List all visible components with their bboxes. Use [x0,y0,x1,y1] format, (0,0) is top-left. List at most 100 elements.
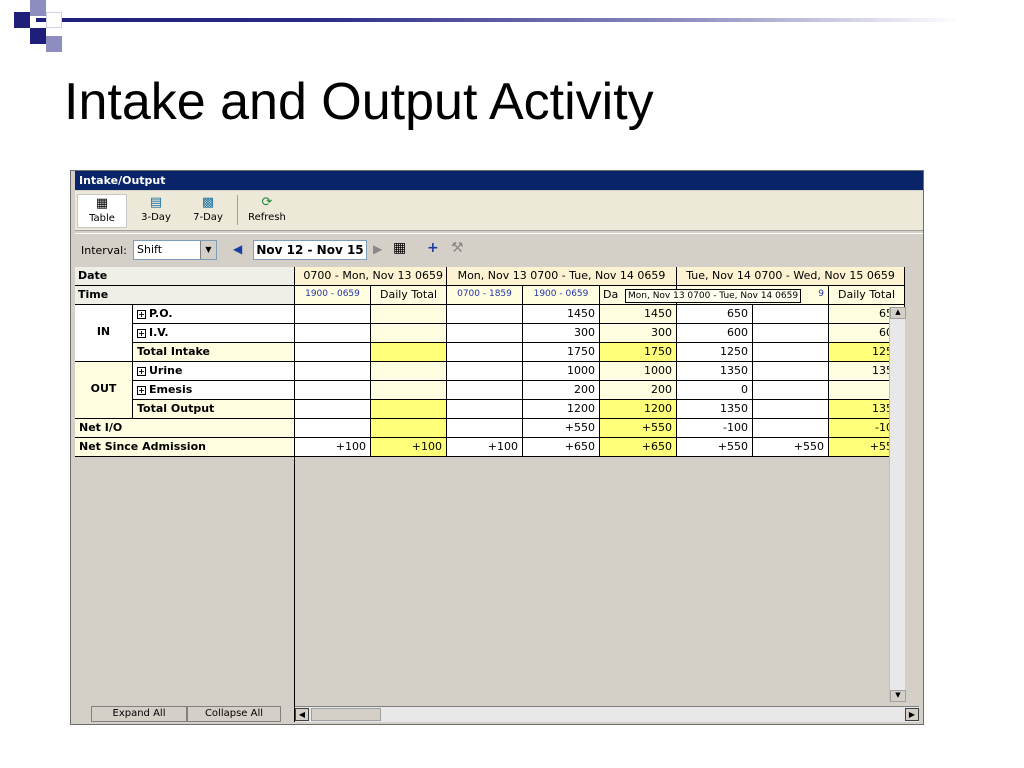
value-cell[interactable]: +100 [371,438,447,457]
value-cell[interactable]: 300 [600,324,677,343]
row-label-urine[interactable]: + Urine [133,362,295,381]
value-cell[interactable]: 200 [523,381,600,400]
expand-icon[interactable]: + [137,309,146,319]
value-cell[interactable] [447,381,523,400]
value-cell[interactable] [371,400,447,419]
time-col-7: Daily Total [829,286,905,305]
row-label-po[interactable]: + P.O. [133,305,295,324]
value-cell[interactable] [753,419,829,438]
three-day-label: 3-Day [141,212,171,223]
next-range-arrow-icon[interactable]: ▶ [373,242,382,256]
row-label-iv[interactable]: + I.V. [133,324,295,343]
value-cell[interactable]: +100 [295,438,371,457]
value-cell[interactable] [295,362,371,381]
chevron-down-icon[interactable]: ▼ [200,241,216,259]
in-group-label: IN [75,305,133,362]
value-cell[interactable] [295,343,371,362]
scroll-right-icon[interactable]: ▶ [905,708,919,721]
value-cell[interactable] [295,305,371,324]
horizontal-scroll-thumb[interactable] [311,708,381,721]
value-cell[interactable] [371,343,447,362]
expand-all-button[interactable]: Expand All [91,706,187,722]
value-cell[interactable]: 1450 [523,305,600,324]
horizontal-scrollbar[interactable]: ◀ ▶ [295,706,919,722]
value-cell[interactable]: 1350 [677,400,753,419]
value-cell[interactable] [295,400,371,419]
refresh-button[interactable]: ⟳ Refresh [243,194,291,228]
value-cell[interactable] [753,305,829,324]
scroll-left-icon[interactable]: ◀ [295,708,309,721]
toolbar: ▦ Table ▤ 3-Day ▩ 7-Day ⟳ Refresh [75,191,923,231]
seven-day-view-button[interactable]: ▩ 7-Day [183,194,233,228]
value-cell[interactable] [753,324,829,343]
value-cell[interactable] [447,305,523,324]
value-cell[interactable]: +550 [523,419,600,438]
row-label-total-intake: Total Intake [133,343,295,362]
value-cell[interactable] [447,324,523,343]
collapse-all-button[interactable]: Collapse All [187,706,281,722]
deco-square-3 [46,12,62,28]
scroll-up-icon[interactable]: ▲ [890,307,906,319]
value-cell[interactable]: 1000 [523,362,600,381]
wrench-icon[interactable]: ⚒ [451,240,464,256]
value-cell[interactable]: 650 [677,305,753,324]
value-cell[interactable]: 200 [600,381,677,400]
three-day-view-button[interactable]: ▤ 3-Day [131,194,181,228]
value-cell[interactable] [447,362,523,381]
urine-label: Urine [149,364,183,377]
value-cell[interactable] [295,381,371,400]
value-cell[interactable]: 1000 [600,362,677,381]
value-cell[interactable] [753,343,829,362]
value-cell[interactable]: 1450 [600,305,677,324]
table-view-button[interactable]: ▦ Table [77,194,127,228]
vertical-scrollbar[interactable]: ▲ ▼ [889,307,906,702]
value-cell[interactable]: 300 [523,324,600,343]
expand-icon[interactable]: + [137,385,146,395]
value-cell[interactable]: +650 [600,438,677,457]
refresh-icon: ⟳ [261,195,273,210]
value-cell[interactable]: +550 [600,419,677,438]
row-label-total-output: Total Output [133,400,295,419]
value-cell[interactable] [447,400,523,419]
value-cell[interactable] [753,400,829,419]
time-col-3: 0700 - 1859 [447,286,523,305]
value-cell[interactable]: +100 [447,438,523,457]
value-cell[interactable]: 600 [677,324,753,343]
seven-day-label: 7-Day [193,212,223,223]
expand-icon[interactable]: + [137,328,146,338]
value-cell[interactable]: +550 [677,438,753,457]
row-labels-pane: Date Time IN + P.O. + I.V. Total Intake OU… [75,267,295,722]
scroll-down-icon[interactable]: ▼ [890,690,906,702]
value-cell[interactable] [447,419,523,438]
value-cell[interactable] [753,362,829,381]
table-label: Table [89,213,115,224]
value-cell[interactable]: +550 [753,438,829,457]
add-icon[interactable]: + [427,240,439,256]
value-cell[interactable] [371,305,447,324]
value-cell[interactable]: 1350 [677,362,753,381]
row-label-emesis[interactable]: + Emesis [133,381,295,400]
value-cell[interactable]: 1200 [600,400,677,419]
date-range-display[interactable]: Nov 12 - Nov 15 [253,240,367,260]
value-cell[interactable] [447,343,523,362]
previous-range-arrow-icon[interactable]: ◀ [233,242,242,256]
value-cell[interactable] [371,381,447,400]
value-cell[interactable] [371,362,447,381]
value-cell[interactable] [753,381,829,400]
value-cell[interactable] [295,419,371,438]
value-cell[interactable] [295,324,371,343]
filter-bar: Interval: Shift ▼ ◀ Nov 12 - Nov 15 ▶ ▦ … [75,233,923,265]
value-cell[interactable]: +650 [523,438,600,457]
calendar-icon[interactable]: ▦ [393,240,406,256]
value-cell[interactable]: 1250 [677,343,753,362]
value-cell[interactable]: 1750 [600,343,677,362]
value-cell[interactable]: -100 [677,419,753,438]
value-cell[interactable] [371,324,447,343]
interval-select[interactable]: Shift ▼ [133,240,217,260]
value-cell[interactable]: 1750 [523,343,600,362]
emesis-label: Emesis [149,383,193,396]
value-cell[interactable] [371,419,447,438]
expand-icon[interactable]: + [137,366,146,376]
value-cell[interactable]: 0 [677,381,753,400]
value-cell[interactable]: 1200 [523,400,600,419]
